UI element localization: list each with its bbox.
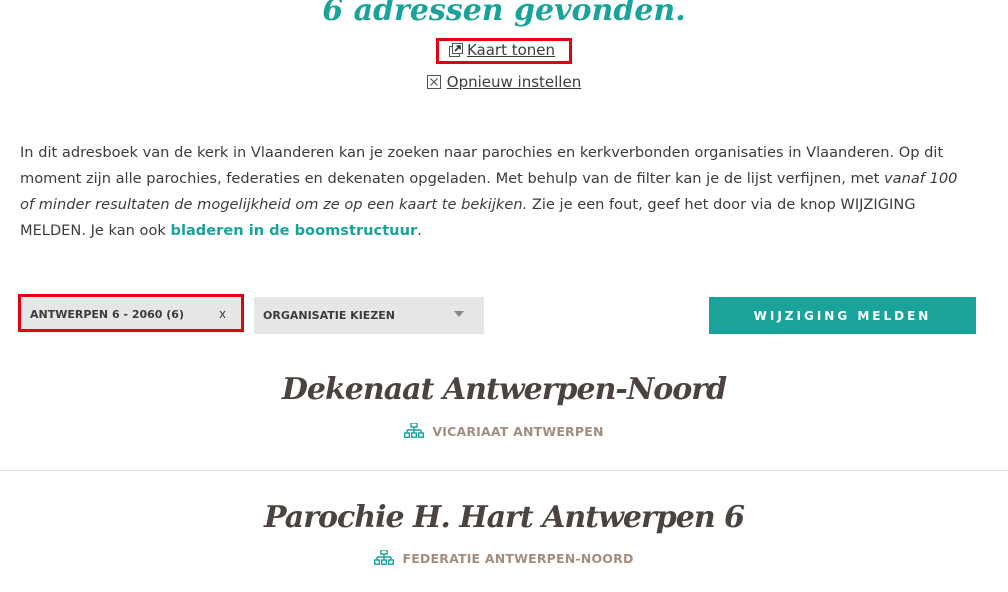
map-link-row: Kaart tonen (0, 38, 1008, 64)
intro-text-part1: In dit adresboek van de kerk in Vlaander… (20, 144, 944, 187)
intro-text: In dit adresboek van de kerk in Vlaander… (20, 140, 975, 244)
organisation-select[interactable]: ORGANISATIE KIEZEN (254, 297, 484, 334)
reset-filters-link[interactable]: Opnieuw instellen (447, 73, 581, 91)
show-map-link[interactable]: Kaart tonen (467, 41, 555, 59)
reset-link-row: Opnieuw instellen (0, 73, 1008, 91)
result-title[interactable]: Parochie H. Hart Antwerpen 6 (0, 498, 1008, 538)
intro-text-part3: . (417, 222, 422, 239)
tree-structure-link[interactable]: bladeren in de boomstructuur (171, 222, 418, 239)
result-divider (0, 470, 1008, 471)
caret-down-icon (454, 311, 464, 317)
map-link-highlight: Kaart tonen (435, 38, 573, 64)
organisation-select-label: ORGANISATIE KIEZEN (263, 309, 396, 322)
remove-filter-button[interactable]: x (219, 307, 226, 321)
sitemap-icon (404, 423, 425, 438)
sitemap-icon (374, 550, 395, 565)
external-link-icon (448, 43, 463, 57)
result-parent[interactable]: VICARIAAT ANTWERPEN (0, 423, 1008, 439)
result-title[interactable]: Dekenaat Antwerpen-Noord (0, 370, 1008, 410)
result-parent-label: FEDERATIE ANTWERPEN-NOORD (402, 551, 634, 566)
active-filter-label: ANTWERPEN 6 - 2060 (6) (30, 308, 184, 321)
active-filter-chip: ANTWERPEN 6 - 2060 (6) x (18, 294, 244, 332)
result-parent-label: VICARIAAT ANTWERPEN (432, 424, 604, 439)
result-parent[interactable]: FEDERATIE ANTWERPEN-NOORD (0, 550, 1008, 566)
results-count-heading: 6 adressen gevonden. (322, 0, 686, 28)
close-box-icon (426, 75, 441, 89)
report-change-button[interactable]: WIJZIGING MELDEN (709, 297, 976, 334)
